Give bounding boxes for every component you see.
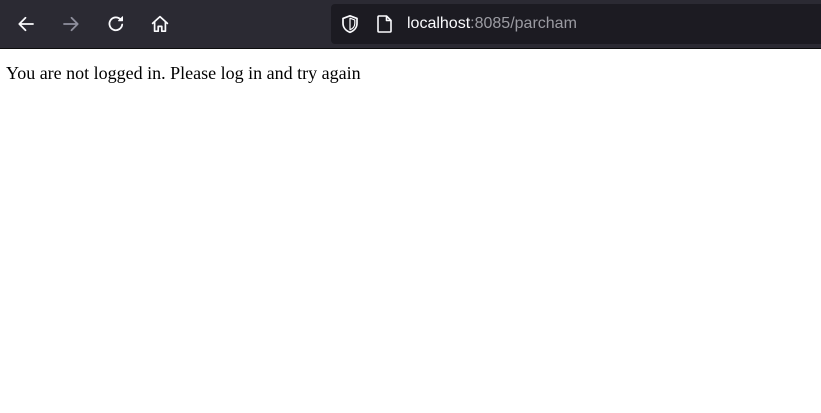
reload-button[interactable] — [100, 8, 132, 40]
home-button[interactable] — [144, 8, 176, 40]
home-icon — [151, 15, 169, 33]
back-button[interactable] — [10, 8, 42, 40]
url-port-path: :8085/parcham — [470, 15, 577, 32]
not-logged-in-message: You are not logged in. Please log in and… — [6, 63, 361, 83]
address-bar[interactable]: localhost:8085/parcham — [331, 4, 821, 44]
arrow-right-icon — [63, 16, 79, 32]
page-icon[interactable] — [376, 14, 394, 34]
shield-icon[interactable] — [340, 14, 360, 34]
forward-button[interactable] — [55, 8, 87, 40]
url-text[interactable]: localhost:8085/parcham — [407, 14, 577, 34]
reload-icon — [108, 16, 124, 32]
arrow-left-icon — [18, 16, 34, 32]
browser-toolbar: localhost:8085/parcham — [0, 0, 821, 49]
url-host: localhost — [407, 15, 471, 32]
